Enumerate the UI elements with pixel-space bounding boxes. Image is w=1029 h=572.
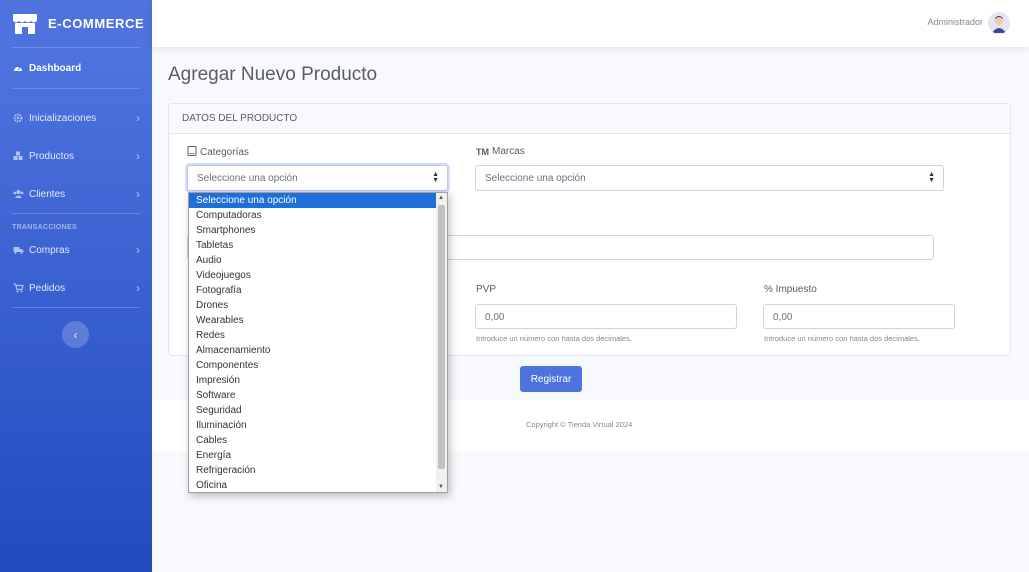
sidebar-item-compras[interactable]: Compras › (0, 231, 152, 269)
categorias-select-value: Seleccione una opción (197, 173, 298, 184)
categorias-label-text: Categorías (200, 147, 249, 158)
dashboard-gauge-icon (12, 62, 24, 74)
sidebar-item-label: Productos (29, 150, 75, 162)
dropdown-option[interactable]: Software (189, 388, 437, 403)
dropdown-option[interactable]: Wearables (189, 313, 437, 328)
boxes-icon (12, 150, 24, 162)
sidebar-item-productos[interactable]: Productos › (0, 137, 152, 175)
marcas-select-value: Seleccione una opción (485, 173, 586, 184)
dropdown-option[interactable]: Smartphones (189, 223, 437, 238)
sidebar-item-clientes[interactable]: Clientes › (0, 175, 152, 213)
impuesto-label: % Impuesto (764, 284, 817, 295)
trademark-icon: TM (476, 146, 489, 157)
pvp-label: PVP (476, 284, 497, 295)
chevron-right-icon: › (136, 149, 140, 163)
dropdown-option[interactable]: Seguridad (189, 403, 437, 418)
sidebar-section-heading: TRANSACCIONES (12, 224, 77, 231)
categorias-select[interactable]: Seleccione una opción ▲ ▼ (187, 165, 448, 191)
select-arrows-icon: ▲ ▼ (432, 171, 439, 184)
dropdown-option[interactable]: Cables (189, 433, 437, 448)
marcas-select[interactable]: Seleccione una opción ▲ ▼ (475, 165, 944, 191)
impuesto-input[interactable]: 0,00 (763, 304, 955, 329)
brand[interactable]: E-COMMERCE (0, 0, 152, 47)
dropdown-option[interactable]: Computadoras (189, 208, 437, 223)
select-arrows-icon: ▲ ▼ (928, 171, 935, 184)
dropdown-option[interactable]: Fotografía (189, 283, 437, 298)
impuesto-help-text: Introduce un número con hasta dos decima… (764, 334, 920, 343)
page-title: Agregar Nuevo Producto (168, 64, 378, 85)
tablet-icon (187, 146, 197, 159)
sidebar-toggle-button[interactable]: ‹ (62, 321, 89, 348)
dropdown-option[interactable]: Energía (189, 448, 437, 463)
dropdown-option[interactable]: Tabletas (189, 238, 437, 253)
topbar: Administrador (152, 0, 1029, 47)
users-icon (12, 188, 24, 200)
marcas-label: TM Marcas (476, 146, 525, 157)
dropdown-option[interactable]: Impresión (189, 373, 437, 388)
dropdown-option[interactable]: Refrigeración (189, 463, 437, 478)
user-avatar-icon[interactable] (988, 12, 1010, 34)
dropdown-option[interactable]: Almacenamiento (189, 343, 437, 358)
card-header: DATOS DEL PRODUCTO (169, 104, 1010, 134)
dropdown-option[interactable]: Videojuegos (189, 268, 437, 283)
truck-icon (12, 244, 24, 256)
dropdown-option[interactable]: Componentes (189, 358, 437, 373)
categorias-dropdown-list[interactable]: Seleccione una opción Computadoras Smartph… (188, 192, 448, 493)
chevron-right-icon: › (136, 243, 140, 257)
sidebar: E-COMMERCE Dashboard Inicializaciones › … (0, 0, 152, 572)
registrar-button[interactable]: Registrar (520, 366, 582, 392)
sidebar-item-label: Compras (29, 244, 70, 256)
dropdown-scrollbar[interactable]: ▲ ▼ (436, 193, 447, 492)
sidebar-item-label: Clientes (29, 188, 66, 200)
dropdown-option[interactable]: Seleccione una opción (189, 193, 437, 208)
sidebar-item-label: Dashboard (29, 62, 82, 74)
chevron-left-icon: ‹ (73, 327, 78, 342)
marcas-label-text: Marcas (492, 146, 525, 157)
sidebar-item-label: Pedidos (29, 282, 66, 294)
pvp-input[interactable]: 0,00 (475, 304, 737, 329)
sidebar-item-label: Inicializaciones (29, 112, 97, 124)
categorias-label: Categorías (187, 146, 249, 159)
brand-name: E-COMMERCE (48, 16, 145, 31)
scroll-down-icon[interactable]: ▼ (438, 484, 444, 490)
pvp-input-value: 0,00 (485, 312, 505, 323)
dropdown-option[interactable]: Oficina (189, 478, 437, 492)
dropdown-options: Seleccione una opción Computadoras Smartph… (189, 193, 437, 492)
user-name[interactable]: Administrador (927, 17, 983, 27)
dropdown-option[interactable]: Drones (189, 298, 437, 313)
pvp-help-text: Introduce un número con hasta dos decima… (476, 334, 632, 343)
sidebar-item-inicializaciones[interactable]: Inicializaciones › (0, 99, 152, 137)
sidebar-divider (12, 307, 140, 308)
store-icon (12, 13, 38, 35)
copyright-text: Copyright © Tienda Virtual 2024 (526, 420, 633, 429)
scroll-up-icon[interactable]: ▲ (438, 195, 444, 201)
chevron-right-icon: › (136, 281, 140, 295)
dropdown-option[interactable]: Audio (189, 253, 437, 268)
chevron-right-icon: › (136, 187, 140, 201)
dropdown-option[interactable]: Redes (189, 328, 437, 343)
chevron-right-icon: › (136, 111, 140, 125)
impuesto-input-value: 0,00 (773, 312, 793, 323)
dropdown-option[interactable]: Iluminación (189, 418, 437, 433)
sidebar-item-pedidos[interactable]: Pedidos › (0, 269, 152, 307)
sidebar-item-dashboard[interactable]: Dashboard (0, 48, 152, 88)
scrollbar-thumb[interactable] (438, 205, 445, 469)
cart-icon (12, 282, 24, 294)
gear-icon (12, 112, 24, 124)
